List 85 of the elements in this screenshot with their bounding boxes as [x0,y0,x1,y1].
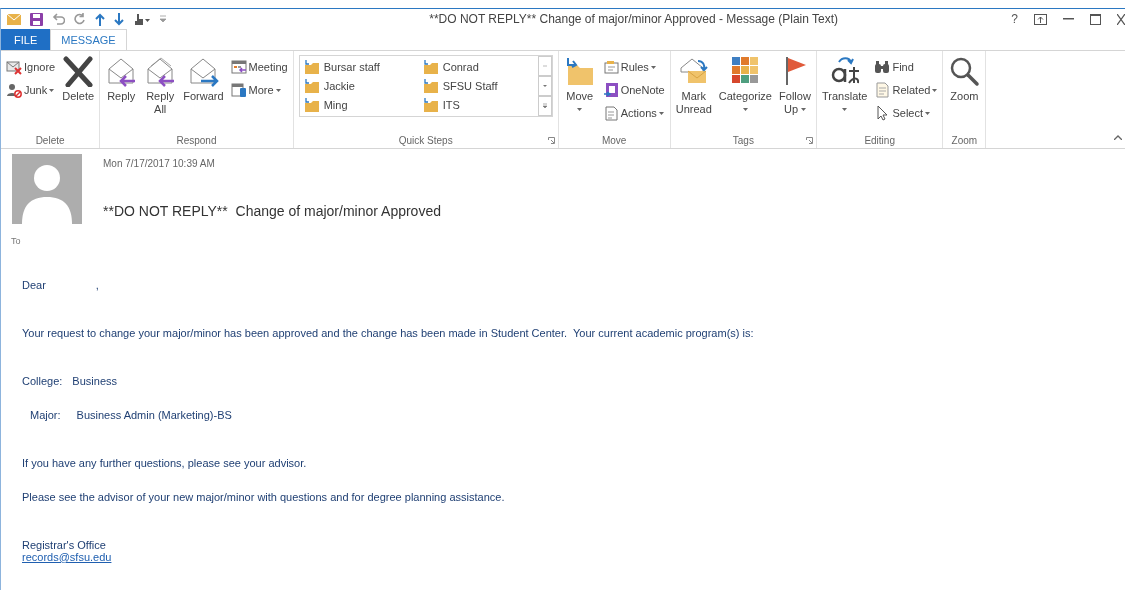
body-paragraph: If you have any further questions, please see your advisor. [22,457,307,469]
signature-text: Registrar's Office [22,539,106,551]
ribbon-button[interactable]: Actions [600,103,667,123]
ribbon-button[interactable]: Move [561,53,598,113]
quick-step[interactable]: Conrad [420,57,536,76]
ribbon-button[interactable]: Find [872,57,940,77]
rules-icon [602,59,619,75]
message-date: Mon 7/17/2017 10:39 AM [103,158,216,169]
help-button[interactable]: ? [1011,12,1018,26]
down-arrow-icon[interactable] [114,12,124,26]
field-label: Major: [30,409,61,421]
ribbon-button[interactable]: Categorize [716,53,774,113]
redo-icon[interactable] [74,13,86,25]
ribbon-button[interactable]: Rules [600,57,667,77]
window-title: **DO NOT REPLY** Change of major/minor Approved - Message (Plain Text) [428,12,840,26]
up-arrow-icon[interactable] [95,12,105,26]
delete-icon [62,55,95,87]
folder-icon [303,97,320,112]
field-value: Business [72,375,117,387]
group-label: Zoom [951,134,978,146]
ribbon-button[interactable]: Ignore [4,57,58,77]
ribbon-button[interactable]: Zoom [946,53,983,105]
group-label: Tags [732,134,754,146]
folder-icon [422,59,439,74]
group-label: Editing [864,134,895,146]
avatar-placeholder [12,154,82,224]
binoculars-icon [874,59,891,75]
ribbon-button[interactable]: Meeting [228,57,290,77]
undo-icon[interactable] [52,13,65,25]
ribbon-button[interactable]: Reply [103,53,140,105]
quick-step[interactable]: SFSU Staff [420,76,536,95]
body-paragraph: Please see the advisor of your new major/minor with questions and for degree planning assistance. [22,491,505,503]
ribbon-tab[interactable]: FILE [1,29,51,50]
greeting-text: Dear [22,279,46,291]
ribbon-button[interactable]: More [228,80,290,100]
calendar-icon [230,59,247,75]
quick-step[interactable]: Ming [301,95,417,114]
ribbon-button[interactable]: Junk [4,80,58,100]
group-label: Move [601,134,627,146]
greeting-punctuation: , [95,279,99,291]
folder-icon [303,78,320,93]
document-icon [602,105,619,121]
reply-all-icon [144,55,177,87]
calendar-phone-icon [230,82,247,98]
quick-step[interactable]: Jackie [301,76,417,95]
folder-icon [422,97,439,112]
notebook-icon [602,82,619,98]
dialog-launcher-icon[interactable] [806,137,813,144]
message-subject: **DO NOT REPLY** Change of major/minor Approved [103,203,441,219]
field-label: College: [22,375,63,387]
maximize-icon[interactable] [1090,13,1101,25]
ribbon-button[interactable]: Forward [181,53,226,105]
ribbon-tab[interactable]: MESSAGE [50,29,127,50]
ribbon-button[interactable]: Reply All [142,53,179,118]
field-value: Business Admin (Marketing)-BS [76,409,232,421]
envelope-icon[interactable] [7,13,21,25]
dialog-launcher-icon[interactable] [547,137,555,144]
envelope-cross-icon [6,59,22,75]
zoom-icon [948,55,981,87]
close-icon[interactable] [1117,13,1125,25]
minimize-icon[interactable] [1063,18,1074,20]
email-link[interactable]: records@sfsu.edu [22,551,112,563]
collapse-ribbon-icon[interactable] [1114,135,1122,140]
folder-icon [303,59,320,74]
ribbon-button[interactable]: OneNote [600,80,667,100]
person-block-icon [6,82,22,98]
quick-step[interactable]: Bursar staff [301,57,417,76]
quick-step[interactable]: ITS [420,95,536,114]
group-label: Respond [176,134,217,146]
document-icon [874,82,891,98]
group-label: Delete [35,134,65,146]
touch-mode-icon[interactable] [133,12,151,26]
save-icon[interactable] [30,12,43,26]
ribbon-button[interactable]: Translate [820,53,870,113]
ribbon-button[interactable]: Follow Up [777,53,813,118]
body-paragraph: Your request to change your major/minor has been approved and the change has been made in Student Center. Your current academic program(s) is: [22,327,754,339]
group-label: Quick Steps [398,134,453,146]
ribbon-display-icon[interactable] [1034,13,1047,25]
ribbon-button[interactable]: Delete [60,53,97,105]
folder-icon [422,78,439,93]
ribbon-button[interactable]: Mark Unread [673,53,714,118]
ribbon-button[interactable]: Select [872,103,940,123]
customize-caret-icon[interactable] [160,15,166,23]
ribbon-button[interactable]: Related [872,80,940,100]
to-label: To [11,236,22,246]
